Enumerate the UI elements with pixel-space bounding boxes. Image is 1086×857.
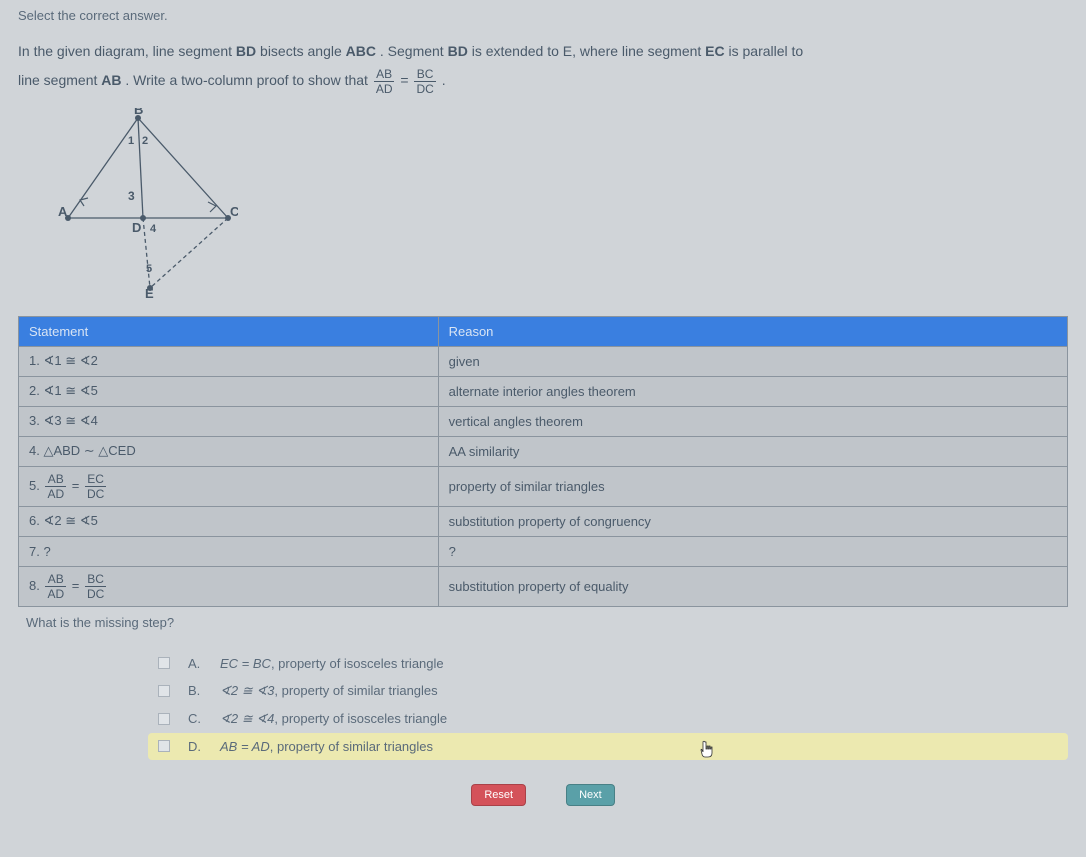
text-fragment: is extended to E, where line segment [472,43,705,59]
reason-cell: given [438,346,1067,376]
option-text: EC = BC, property of isosceles triangle [220,656,1058,671]
segment-bd: BD [448,43,468,59]
reason-cell: ? [438,536,1067,566]
option-text: ∢2 ≅ ∢4, property of isosceles triangle [220,711,1058,727]
option-b[interactable]: B. ∢2 ≅ ∢3, property of similar triangles [148,677,1068,705]
label-angle-4: 4 [150,223,157,235]
triangle-diagram: B A C D E 1 2 3 4 5 [58,108,1068,298]
option-letter: C. [188,711,202,726]
reason-cell: substitution property of equality [438,566,1067,606]
label-angle-5: 5 [146,263,152,275]
header-statement: Statement [19,316,439,346]
label-d: D [132,220,141,235]
text-fragment: In the given diagram, line segment [18,43,236,59]
label-angle-1: 1 [128,135,134,147]
instruction-header: Select the correct answer. [18,8,1068,23]
option-letter: A. [188,656,202,671]
option-letter: B. [188,683,202,698]
label-a: A [58,204,68,219]
option-a[interactable]: A. EC = BC, property of isosceles triangl… [148,650,1068,677]
label-angle-3: 3 [128,189,135,203]
text-fragment: . Write a two-column proof to show that [125,72,371,88]
segment-ab: AB [101,72,121,88]
fraction-bc-dc: BC DC [414,68,435,95]
label-b: B [134,108,143,117]
label-c: C [230,204,238,219]
checkbox-icon[interactable] [158,740,170,752]
statement-cell: 2. ∢1 ≅ ∢5 [19,376,439,406]
table-row: 2. ∢1 ≅ ∢5alternate interior angles theo… [19,376,1068,406]
label-angle-2: 2 [142,135,148,147]
text-fragment: . Segment [380,43,448,59]
reset-button[interactable]: Reset [471,784,526,806]
triangle-svg: B A C D E 1 2 3 4 5 [58,108,238,298]
text-fragment: bisects angle [260,43,346,59]
text-fragment: line segment [18,72,101,88]
angle-abc: ABC [346,43,376,59]
header-reason: Reason [438,316,1067,346]
option-text: AB = AD, property of similar triangles [220,739,1058,754]
text-fragment: is parallel to [729,43,804,59]
denominator: DC [414,82,435,95]
numerator: AB [374,68,395,82]
table-row: 7. ?? [19,536,1068,566]
option-text: ∢2 ≅ ∢3, property of similar triangles [220,683,1058,699]
checkbox-icon[interactable] [158,713,170,725]
reason-cell: alternate interior angles theorem [438,376,1067,406]
reason-cell: property of similar triangles [438,466,1067,506]
label-e: E [145,286,154,298]
missing-step-prompt: What is the missing step? [18,615,1068,630]
table-row: 4. △ABD ∼ △CEDAA similarity [19,436,1068,466]
numerator: BC [414,68,435,82]
statement-cell: 5. ABAD = ECDC [19,466,439,506]
denominator: AD [374,82,395,95]
reason-cell: substitution property of congruency [438,506,1067,536]
option-c[interactable]: C. ∢2 ≅ ∢4, property of isosceles triangl… [148,705,1068,733]
reason-cell: AA similarity [438,436,1067,466]
statement-cell: 8. ABAD = BCDC [19,566,439,606]
problem-text: In the given diagram, line segment BD bi… [18,37,1068,96]
options-group: A. EC = BC, property of isosceles triangl… [148,650,1068,760]
segment-bd: BD [236,43,256,59]
table-row: 5. ABAD = ECDCproperty of similar triang… [19,466,1068,506]
option-d[interactable]: D. AB = AD, property of similar triangles [148,733,1068,760]
statement-cell: 7. ? [19,536,439,566]
checkbox-icon[interactable] [158,657,170,669]
option-letter: D. [188,739,202,754]
table-row: 6. ∢2 ≅ ∢5substitution property of congr… [19,506,1068,536]
hand-cursor-icon [700,740,718,760]
bottom-buttons: Reset Next [18,784,1068,806]
table-row: 8. ABAD = BCDCsubstitution property of e… [19,566,1068,606]
statement-cell: 6. ∢2 ≅ ∢5 [19,506,439,536]
fraction-ab-ad: AB AD [374,68,395,95]
checkbox-icon[interactable] [158,685,170,697]
equals: = [400,72,412,88]
reason-cell: vertical angles theorem [438,406,1067,436]
next-button[interactable]: Next [566,784,615,806]
proof-table: Statement Reason 1. ∢1 ≅ ∢2given2. ∢1 ≅ … [18,316,1068,607]
table-row: 1. ∢1 ≅ ∢2given [19,346,1068,376]
text-fragment: . [442,72,446,88]
statement-cell: 1. ∢1 ≅ ∢2 [19,346,439,376]
statement-cell: 3. ∢3 ≅ ∢4 [19,406,439,436]
table-row: 3. ∢3 ≅ ∢4vertical angles theorem [19,406,1068,436]
segment-ec: EC [705,43,724,59]
statement-cell: 4. △ABD ∼ △CED [19,436,439,466]
